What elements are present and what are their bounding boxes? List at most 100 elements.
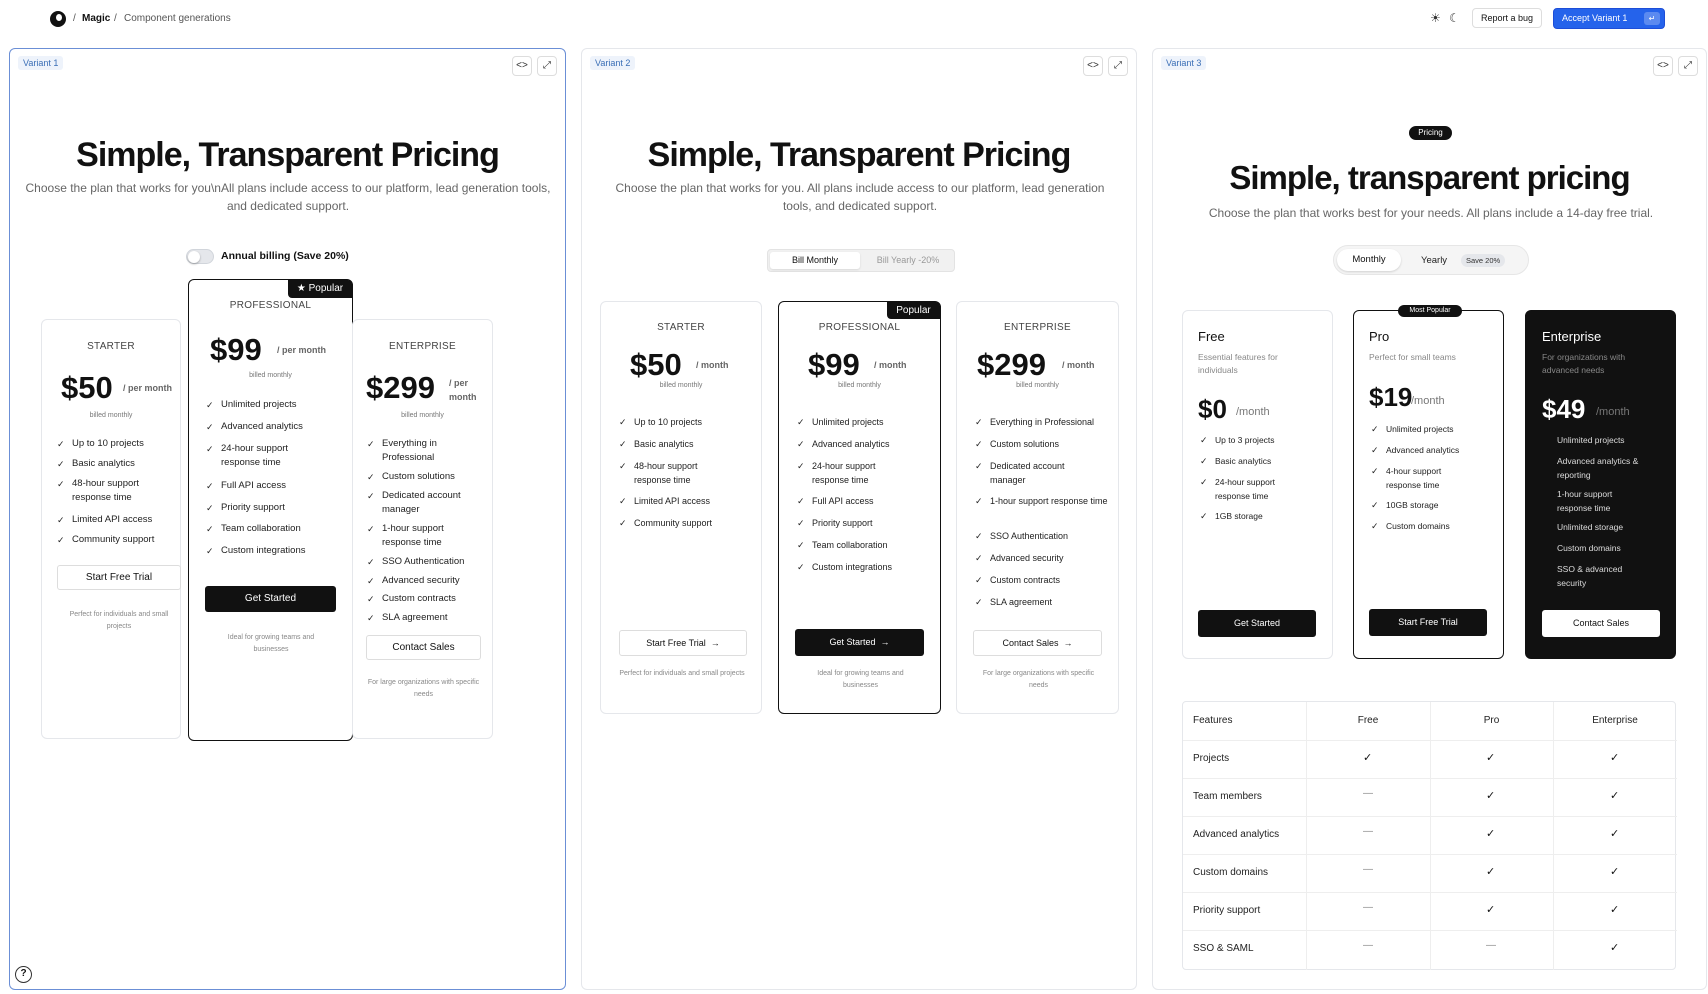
table-row-label: Custom domains xyxy=(1193,867,1269,878)
variant-3-panel[interactable]: Variant 3 <> ⤢ Pricing Simple, transpare… xyxy=(1152,48,1707,990)
billing-switch: Monthly Yearly Save 20% xyxy=(1333,245,1529,275)
page-subtitle: Choose the plan that works for you. All … xyxy=(615,181,1105,213)
plan-card-professional: Popular PROFESSIONAL $99 / month billed … xyxy=(778,301,941,714)
feature-item: 4-hour support response time xyxy=(1371,464,1466,492)
check-icon: ✓ xyxy=(1486,866,1496,878)
plan-name: PROFESSIONAL xyxy=(818,322,901,333)
contact-sales-button[interactable]: Contact Sales → xyxy=(973,630,1102,656)
feature-item: Up to 10 projects xyxy=(619,415,754,429)
arrow-right-icon: → xyxy=(880,637,890,647)
plan-period: / per month xyxy=(123,383,172,393)
plan-description: Perfect for small teams xyxy=(1369,352,1456,362)
feature-item: Community support xyxy=(57,533,177,547)
help-icon[interactable]: ? xyxy=(15,966,32,983)
check-icon: ✓ xyxy=(1610,752,1620,764)
table-row-label: SSO & SAML xyxy=(1193,943,1254,954)
plan-card-professional: ★ Popular PROFESSIONAL $99 / per month b… xyxy=(188,279,353,741)
feature-item: 24-hour support response time xyxy=(797,459,902,487)
get-started-button[interactable]: Get Started xyxy=(1198,610,1316,637)
expand-icon[interactable]: ⤢ xyxy=(1108,56,1128,76)
feature-item: Advanced analytics xyxy=(797,437,932,451)
check-icon: ✓ xyxy=(1610,942,1620,954)
expand-icon[interactable]: ⤢ xyxy=(1678,56,1698,76)
variant-2-panel[interactable]: Variant 2 <> ⤢ Simple, Transparent Prici… xyxy=(581,48,1137,990)
table-row-label: Priority support xyxy=(1193,905,1261,916)
feature-item: Full API access xyxy=(206,479,349,493)
code-icon[interactable]: <> xyxy=(512,56,532,76)
billing-note: billed monthly xyxy=(838,382,881,389)
get-started-button[interactable]: Get Started → xyxy=(795,629,924,656)
variant-1-panel[interactable]: Variant 1 <> ⤢ Simple, Transparent Prici… xyxy=(9,48,566,990)
sun-icon[interactable]: ☀ xyxy=(1430,11,1441,25)
feature-item: Unlimited projects xyxy=(1557,435,1625,445)
plan-description: Essential features for individuals xyxy=(1198,352,1278,375)
contact-sales-button[interactable]: Contact Sales xyxy=(1542,610,1660,637)
bill-yearly-tab[interactable]: Bill Yearly -20% xyxy=(862,252,954,269)
code-icon[interactable]: <> xyxy=(1653,56,1673,76)
plan-card-pro: Most Popular Pro Perfect for small teams… xyxy=(1353,305,1504,659)
feature-item: Basic analytics xyxy=(1200,454,1325,468)
top-bar: / Magic / Component generations ☀ ☾ Repo… xyxy=(0,0,1708,40)
breadcrumb-app[interactable]: Magic xyxy=(82,13,110,24)
billing-note: billed monthly xyxy=(1016,382,1059,389)
plan-period: / month xyxy=(1062,360,1095,370)
accept-variant-button[interactable]: Accept Variant 1 ↵ xyxy=(1553,8,1665,29)
feature-item: Advanced analytics & reporting xyxy=(1557,456,1639,480)
feature-item: Custom contracts xyxy=(975,573,1115,587)
feature-item: Priority support xyxy=(797,516,932,530)
check-icon: ✓ xyxy=(1610,904,1620,916)
page-subtitle: Choose the plan that works for you\nAll … xyxy=(25,181,551,213)
report-bug-button[interactable]: Report a bug xyxy=(1472,8,1542,28)
variant-tag: Variant 1 xyxy=(18,56,64,70)
plan-note: For large organizations with specific ne… xyxy=(982,670,1095,689)
popular-label: Popular xyxy=(308,283,344,294)
feature-item: Advanced analytics xyxy=(206,420,349,434)
feature-item: Unlimited projects xyxy=(797,415,932,429)
check-icon: ✓ xyxy=(1363,752,1373,764)
feature-item: 10GB storage xyxy=(1371,498,1496,512)
start-free-trial-button[interactable]: Start Free Trial → xyxy=(619,630,747,656)
annual-billing-toggle[interactable] xyxy=(186,249,214,264)
plan-name: STARTER xyxy=(657,322,705,333)
plan-description: For organizations with advanced needs xyxy=(1542,352,1626,375)
check-icon: ✓ xyxy=(1486,790,1496,802)
feature-item: Limited API access xyxy=(619,494,754,508)
yearly-tab[interactable]: Yearly xyxy=(1421,255,1447,266)
toggle-label: Annual billing (Save 20%) xyxy=(221,250,349,262)
feature-item: Custom domains xyxy=(1371,519,1496,533)
plan-period: / per month xyxy=(449,378,477,402)
feature-item: Basic analytics xyxy=(57,457,177,471)
start-free-trial-button[interactable]: Start Free Trial xyxy=(57,565,181,590)
code-icon[interactable]: <> xyxy=(1083,56,1103,76)
most-popular-badge: Most Popular xyxy=(1398,305,1462,317)
expand-icon[interactable]: ⤢ xyxy=(537,56,557,76)
button-label: Contact Sales xyxy=(1002,638,1059,648)
feature-item: 1-hour support response time xyxy=(975,494,1115,508)
feature-item: 48-hour support response time xyxy=(619,459,724,487)
plan-period: / month xyxy=(696,360,729,370)
feature-item: 1GB storage xyxy=(1200,509,1325,523)
start-free-trial-button[interactable]: Start Free Trial xyxy=(1369,609,1487,636)
button-label: Get Started xyxy=(829,637,876,647)
moon-icon[interactable]: ☾ xyxy=(1449,11,1460,25)
bill-monthly-tab[interactable]: Bill Monthly xyxy=(770,252,860,269)
get-started-button[interactable]: Get Started xyxy=(205,586,336,612)
logo-icon[interactable] xyxy=(50,11,66,27)
check-icon: ✓ xyxy=(1486,752,1496,764)
billing-note: billed monthly xyxy=(659,382,703,389)
contact-sales-button[interactable]: Contact Sales xyxy=(366,635,481,660)
enter-key-icon: ↵ xyxy=(1644,12,1660,25)
billing-switch: Bill Monthly Bill Yearly -20% xyxy=(767,249,955,272)
billing-note: billed monthly xyxy=(401,412,444,419)
dash-icon: — xyxy=(1363,864,1373,875)
feature-item: Up to 3 projects xyxy=(1200,433,1325,447)
check-icon: ✓ xyxy=(1610,828,1620,840)
feature-item: 48-hour support response time xyxy=(57,477,177,505)
breadcrumb-separator: / xyxy=(114,13,117,24)
monthly-tab[interactable]: Monthly xyxy=(1337,249,1401,271)
table-header: Enterprise xyxy=(1592,715,1638,726)
dash-icon: — xyxy=(1363,940,1373,951)
arrow-right-icon: → xyxy=(710,638,720,648)
button-label: Start Free Trial xyxy=(646,638,706,648)
check-icon: ✓ xyxy=(1486,904,1496,916)
